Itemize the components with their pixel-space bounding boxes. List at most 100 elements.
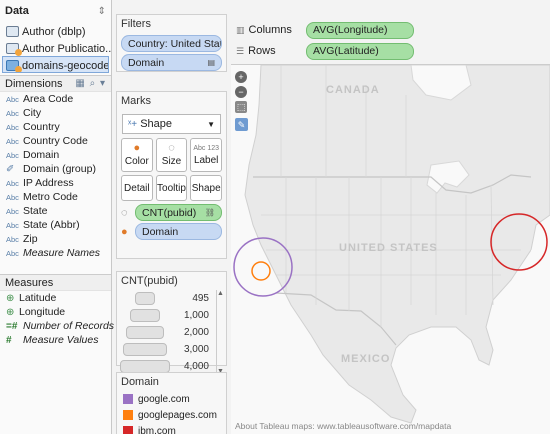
legend-item-googlepages[interactable]: googlepages.com: [117, 407, 226, 423]
avg-longitude-pill[interactable]: AVG(Longitude): [306, 21, 414, 39]
field-domain-group[interactable]: ✐ Domain (group): [0, 162, 111, 176]
tooltip-button[interactable]: Tooltip: [155, 175, 188, 201]
detail-button[interactable]: Detail: [121, 175, 153, 201]
avg-latitude-pill[interactable]: AVG(Latitude): [306, 42, 414, 60]
field-measure-values[interactable]: # Measure Values: [0, 333, 111, 347]
field-label: IP Address: [23, 177, 74, 189]
zoom-area-icon[interactable]: ⬚: [235, 101, 247, 113]
legend-label: google.com: [138, 393, 190, 405]
datasource-author-dblp[interactable]: Author (dblp): [0, 22, 111, 39]
size-sample-icon: [130, 309, 160, 322]
measures-header: Measures: [0, 274, 111, 291]
datasource-domains-geocoded[interactable]: domains-geocoded: [2, 56, 109, 73]
size-sample-icon: [123, 343, 167, 356]
legend-label: googlepages.com: [138, 409, 217, 421]
filters-card: Filters Country: United States Domain ▤: [116, 14, 227, 72]
filter-pill-country[interactable]: Country: United States: [121, 35, 222, 52]
rows-icon: ☰: [236, 45, 245, 56]
data-pane-title: Data: [5, 5, 29, 17]
legend-item-google[interactable]: google.com: [117, 391, 226, 407]
map-attribution[interactable]: About Tableau maps: www.tableausoftware.…: [235, 421, 452, 431]
pin-map-icon[interactable]: ✎: [235, 118, 248, 131]
map-view[interactable]: CANADA UNITED STATES MEXICO About Tablea…: [231, 64, 550, 434]
field-ip-address[interactable]: Abc IP Address: [0, 176, 111, 190]
size-sample-icon: [135, 292, 155, 305]
field-longitude[interactable]: ⊕ Longitude: [0, 305, 111, 319]
field-label: Latitude: [19, 292, 57, 304]
field-latitude[interactable]: ⊕ Latitude: [0, 291, 111, 305]
field-domain[interactable]: Abc Domain: [0, 148, 111, 162]
field-area-code[interactable]: Abc Area Code: [0, 92, 111, 106]
string-type-icon: Abc: [6, 192, 19, 202]
legend-item-ibm[interactable]: ibm.com: [117, 423, 226, 434]
field-state[interactable]: Abc State: [0, 204, 111, 218]
field-zip[interactable]: Abc Zip: [0, 232, 111, 246]
field-measure-names[interactable]: Abc Measure Names: [0, 246, 111, 260]
shape-button[interactable]: Shape: [190, 175, 223, 201]
color-icon: ●: [121, 225, 128, 238]
map-label-united-states: UNITED STATES: [339, 242, 438, 254]
field-state-abbr[interactable]: Abc State (Abbr): [0, 218, 111, 232]
globe-icon: ⊕: [6, 292, 15, 304]
field-label: Metro Code: [23, 191, 78, 203]
chevron-down-icon: ▼: [207, 119, 215, 129]
size-button[interactable]: ◌ Size: [155, 138, 188, 172]
string-type-icon: Abc: [6, 136, 19, 146]
datasource-label: domains-geocoded: [22, 59, 109, 72]
marks-card: Marks ˣ+ Shape ▼ ● Color ◌ Size Abc 123 Lab…: [116, 91, 227, 259]
group-paperclip-icon: ✐: [6, 163, 15, 175]
field-number-of-records[interactable]: =# Number of Records: [0, 319, 114, 333]
dimensions-list: Abc Area Code Abc City Abc Country Abc Count…: [0, 92, 111, 260]
string-type-icon: Abc: [6, 122, 19, 132]
pill-label: CNT(pubid): [142, 206, 197, 219]
view-search-icon[interactable]: ▦ ⌕ ▾: [75, 78, 106, 89]
field-label: State: [23, 205, 48, 217]
measures-list: ⊕ Latitude ⊕ Longitude =# Number of Records…: [0, 291, 114, 347]
field-metro-code[interactable]: Abc Metro Code: [0, 190, 111, 204]
color-button[interactable]: ● Color: [121, 138, 153, 172]
size-legend-value: 3,000: [183, 344, 209, 355]
linked-datasource-icon: [6, 43, 22, 56]
columns-shelf[interactable]: ▥ Columns AVG(Longitude): [230, 20, 550, 40]
rows-shelf-label: ☰ Rows: [230, 45, 306, 57]
mark-type-dropdown[interactable]: ˣ+ Shape ▼: [122, 114, 221, 134]
size-legend-item: 495: [117, 290, 216, 307]
string-type-icon: Abc: [6, 178, 19, 188]
zoom-out-icon[interactable]: −: [235, 86, 247, 98]
label-button[interactable]: Abc 123 Label: [190, 138, 223, 172]
field-city[interactable]: Abc City: [0, 106, 111, 120]
dimensions-title: Dimensions: [5, 77, 63, 90]
shelf-label: Rows: [248, 45, 276, 57]
scroll-up-icon[interactable]: ▲: [217, 290, 224, 297]
size-encoding-row: ◌ CNT(pubid) ⛓: [121, 204, 222, 221]
sort-arrows-icon[interactable]: ⇕: [98, 6, 106, 17]
shape-mark-icon: ˣ+: [128, 119, 138, 130]
field-label: Area Code: [23, 93, 74, 105]
rows-shelf[interactable]: ☰ Rows AVG(Latitude): [230, 41, 550, 61]
legend-label: ibm.com: [138, 425, 176, 434]
zoom-in-icon[interactable]: +: [235, 71, 247, 83]
color-palette-icon: ●: [133, 142, 141, 154]
pill-label: AVG(Latitude): [313, 45, 379, 57]
datasource-label: Author (dblp): [22, 25, 86, 38]
size-legend-value: 1,000: [183, 310, 209, 321]
color-encoding-row: ● Domain: [121, 223, 222, 240]
pill-label: AVG(Longitude): [313, 24, 388, 36]
filter-pill-domain[interactable]: Domain ▤: [121, 54, 222, 71]
marks-button-row-1: ● Color ◌ Size Abc 123 Label: [121, 138, 223, 172]
domain-color-pill[interactable]: Domain: [135, 223, 222, 240]
number-type-icon: #: [6, 334, 12, 346]
field-country-code[interactable]: Abc Country Code: [0, 134, 111, 148]
map-label-canada: CANADA: [326, 84, 380, 96]
datasource-author-publications[interactable]: Author Publicatio...: [0, 39, 111, 56]
size-legend-value: 495: [192, 293, 209, 304]
cards-column: Filters Country: United States Domain ▤ M…: [114, 0, 229, 434]
field-label: Measure Values: [23, 334, 99, 346]
marks-button-row-2: Detail Tooltip Shape: [121, 175, 223, 201]
size-legend-scrollbar[interactable]: ▲ ▼: [216, 290, 224, 375]
field-country[interactable]: Abc Country: [0, 120, 111, 134]
size-legend-card: CNT(pubid) 495 1,000 2,000 3,000 4,000 ▲…: [116, 271, 227, 375]
cnt-pubid-pill[interactable]: CNT(pubid) ⛓: [135, 204, 222, 221]
field-label: State (Abbr): [23, 219, 80, 231]
color-legend-title: Domain: [121, 376, 159, 388]
